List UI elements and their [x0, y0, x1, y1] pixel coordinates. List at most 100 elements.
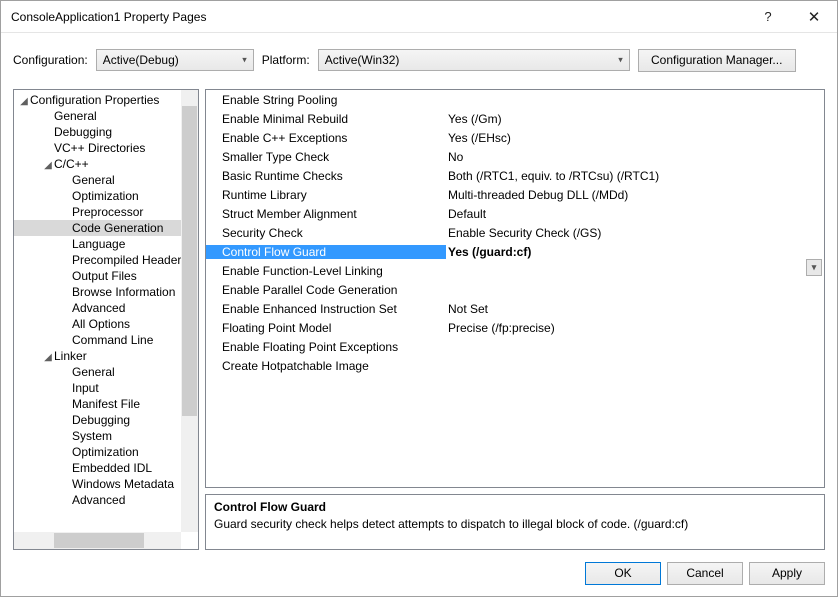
- configuration-manager-button[interactable]: Configuration Manager...: [638, 49, 796, 72]
- tree-item[interactable]: Input: [14, 380, 198, 396]
- scrollbar-horizontal[interactable]: [14, 532, 181, 549]
- property-name: Smaller Type Check: [206, 150, 446, 164]
- property-value[interactable]: Enable Security Check (/GS): [446, 226, 824, 240]
- property-row[interactable]: Enable Parallel Code Generation: [206, 280, 824, 299]
- collapse-icon[interactable]: ◢: [18, 94, 30, 108]
- expander-icon[interactable]: ◢: [42, 350, 54, 364]
- property-value[interactable]: Both (/RTC1, equiv. to /RTCsu) (/RTC1): [446, 169, 824, 183]
- property-value[interactable]: Multi-threaded Debug DLL (/MDd): [446, 188, 824, 202]
- property-row[interactable]: Smaller Type CheckNo: [206, 147, 824, 166]
- tree-item[interactable]: Optimization: [14, 444, 198, 460]
- property-row[interactable]: Basic Runtime ChecksBoth (/RTC1, equiv. …: [206, 166, 824, 185]
- tree-item[interactable]: General: [14, 172, 198, 188]
- tree-item-label: Optimization: [72, 189, 139, 203]
- tree-root[interactable]: ◢Configuration Properties: [14, 92, 198, 108]
- tree-item[interactable]: Embedded IDL: [14, 460, 198, 476]
- tree-item-label: Preprocessor: [72, 205, 143, 219]
- ok-button[interactable]: OK: [585, 562, 661, 585]
- property-row[interactable]: Security CheckEnable Security Check (/GS…: [206, 223, 824, 242]
- tree-item[interactable]: Preprocessor: [14, 204, 198, 220]
- property-row[interactable]: Runtime LibraryMulti-threaded Debug DLL …: [206, 185, 824, 204]
- chevron-down-icon: ▾: [618, 55, 623, 66]
- description-body: Guard security check helps detect attemp…: [214, 516, 816, 533]
- tree-item-label: VC++ Directories: [54, 141, 145, 155]
- property-value[interactable]: No: [446, 150, 824, 164]
- property-value[interactable]: Precise (/fp:precise): [446, 321, 824, 335]
- tree-item[interactable]: Output Files: [14, 268, 198, 284]
- property-value[interactable]: Default: [446, 207, 824, 221]
- tree-item[interactable]: Advanced: [14, 492, 198, 508]
- tree-item-label: Input: [72, 381, 99, 395]
- expander-icon[interactable]: ◢: [42, 158, 54, 172]
- cancel-button[interactable]: Cancel: [667, 562, 743, 585]
- apply-button[interactable]: Apply: [749, 562, 825, 585]
- platform-label: Platform:: [262, 53, 310, 67]
- help-button[interactable]: ?: [745, 2, 791, 32]
- tree-item[interactable]: Debugging: [14, 412, 198, 428]
- property-row[interactable]: Create Hotpatchable Image: [206, 356, 824, 375]
- tree-item[interactable]: Optimization: [14, 188, 198, 204]
- scrollbar-vertical[interactable]: [181, 90, 198, 532]
- close-button[interactable]: ✕: [791, 2, 837, 32]
- property-name: Enable Parallel Code Generation: [206, 283, 446, 297]
- dropdown-button[interactable]: ▾: [806, 259, 822, 276]
- property-name: Enable C++ Exceptions: [206, 131, 446, 145]
- property-value[interactable]: Not Set: [446, 302, 824, 316]
- property-row[interactable]: Enable String Pooling: [206, 90, 824, 109]
- property-value[interactable]: Yes (/EHsc): [446, 131, 824, 145]
- property-name: Floating Point Model: [206, 321, 446, 335]
- property-name: Enable String Pooling: [206, 93, 446, 107]
- window-title: ConsoleApplication1 Property Pages: [11, 10, 745, 24]
- property-row[interactable]: Floating Point ModelPrecise (/fp:precise…: [206, 318, 824, 337]
- scrollbar-thumb-horizontal[interactable]: [54, 533, 144, 548]
- tree-item-label: System: [72, 429, 112, 443]
- tree-item[interactable]: All Options: [14, 316, 198, 332]
- property-name: Enable Function-Level Linking: [206, 264, 446, 278]
- configuration-dropdown[interactable]: Active(Debug) ▾: [96, 49, 254, 71]
- property-row[interactable]: Enable C++ ExceptionsYes (/EHsc): [206, 128, 824, 147]
- tree-item[interactable]: Windows Metadata: [14, 476, 198, 492]
- scrollbar-thumb-vertical[interactable]: [182, 106, 197, 416]
- property-row[interactable]: Enable Floating Point Exceptions: [206, 337, 824, 356]
- property-row[interactable]: Control Flow GuardYes (/guard:cf)▾: [206, 242, 824, 261]
- tree-item[interactable]: System: [14, 428, 198, 444]
- property-name: Create Hotpatchable Image: [206, 359, 446, 373]
- property-value[interactable]: Yes (/guard:cf)▾: [446, 245, 824, 259]
- tree-item[interactable]: Browse Information: [14, 284, 198, 300]
- property-grid: Enable String Pooling Enable Minimal Rebu…: [205, 89, 825, 488]
- property-name: Control Flow Guard: [206, 245, 446, 259]
- tree-item-label: Linker: [54, 349, 87, 363]
- tree-item-label: Debugging: [72, 413, 130, 427]
- tree-item[interactable]: Command Line: [14, 332, 198, 348]
- platform-dropdown[interactable]: Active(Win32) ▾: [318, 49, 630, 71]
- tree-item-label: Manifest File: [72, 397, 140, 411]
- configuration-bar: Configuration: Active(Debug) ▾ Platform:…: [1, 43, 837, 77]
- tree-item-label: Windows Metadata: [72, 477, 174, 491]
- tree-item[interactable]: Manifest File: [14, 396, 198, 412]
- tree-item-label: Output Files: [72, 269, 137, 283]
- property-row[interactable]: Enable Minimal RebuildYes (/Gm): [206, 109, 824, 128]
- dialog-footer: OK Cancel Apply: [1, 550, 837, 596]
- tree-item[interactable]: General: [14, 108, 198, 124]
- tree-item[interactable]: Precompiled Headers: [14, 252, 198, 268]
- property-row[interactable]: Enable Enhanced Instruction SetNot Set: [206, 299, 824, 318]
- property-value[interactable]: Yes (/Gm): [446, 112, 824, 126]
- configuration-value: Active(Debug): [103, 53, 179, 67]
- tree-item[interactable]: VC++ Directories: [14, 140, 198, 156]
- tree-item-label: Code Generation: [72, 221, 163, 235]
- description-pane: Control Flow Guard Guard security check …: [205, 494, 825, 550]
- tree-item[interactable]: Code Generation: [14, 220, 198, 236]
- description-title: Control Flow Guard: [214, 499, 816, 516]
- tree-item[interactable]: ◢C/C++: [14, 156, 198, 172]
- property-row[interactable]: Struct Member AlignmentDefault: [206, 204, 824, 223]
- tree-item[interactable]: Debugging: [14, 124, 198, 140]
- tree-item[interactable]: ◢Linker: [14, 348, 198, 364]
- tree-item[interactable]: General: [14, 364, 198, 380]
- property-name: Struct Member Alignment: [206, 207, 446, 221]
- property-row[interactable]: Enable Function-Level Linking: [206, 261, 824, 280]
- tree-item[interactable]: Advanced: [14, 300, 198, 316]
- tree-item-label: Embedded IDL: [72, 461, 152, 475]
- property-name: Runtime Library: [206, 188, 446, 202]
- tree-item-label: General: [72, 365, 115, 379]
- tree-item[interactable]: Language: [14, 236, 198, 252]
